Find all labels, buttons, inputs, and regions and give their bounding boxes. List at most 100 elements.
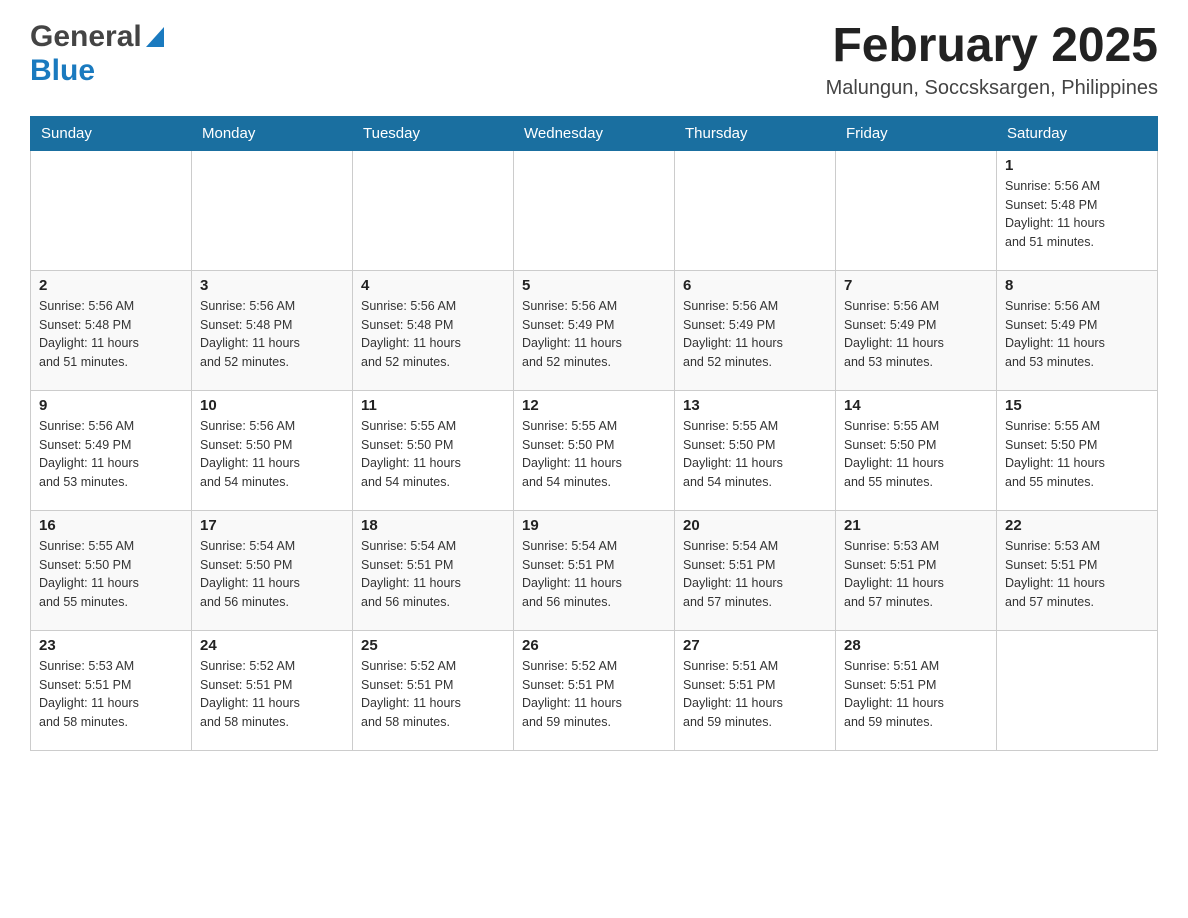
day-number: 16 bbox=[39, 517, 183, 534]
calendar-cell: 20 Sunrise: 5:54 AM Sunset: 5:51 PM Dayli… bbox=[675, 510, 836, 630]
day-info: Sunrise: 5:55 AM Sunset: 5:50 PM Dayligh… bbox=[39, 537, 183, 612]
day-number: 10 bbox=[200, 397, 344, 414]
day-info: Sunrise: 5:56 AM Sunset: 5:49 PM Dayligh… bbox=[522, 297, 666, 372]
day-number: 17 bbox=[200, 517, 344, 534]
calendar-cell: 25 Sunrise: 5:52 AM Sunset: 5:51 PM Dayli… bbox=[353, 630, 514, 750]
calendar-cell: 18Sunrise: 5:54 AM Sunset: 5:51 PM Dayli… bbox=[353, 510, 514, 630]
day-info: Sunrise: 5:54 AM Sunset: 5:50 PM Dayligh… bbox=[200, 537, 344, 612]
day-info: Sunrise: 5:53 AM Sunset: 5:51 PM Dayligh… bbox=[844, 537, 988, 612]
day-number: 28 bbox=[844, 637, 988, 654]
logo-blue-text: Blue bbox=[30, 54, 95, 87]
logo-general-text: General bbox=[30, 20, 142, 54]
day-info: Sunrise: 5:56 AM Sunset: 5:48 PM Dayligh… bbox=[39, 297, 183, 372]
day-number: 22 bbox=[1005, 517, 1149, 534]
calendar-subtitle: Malungun, Soccsksargen, Philippines bbox=[826, 77, 1158, 100]
day-number: 21 bbox=[844, 517, 988, 534]
day-number: 18 bbox=[361, 517, 505, 534]
day-number: 3 bbox=[200, 277, 344, 294]
calendar-cell: 10 Sunrise: 5:56 AM Sunset: 5:50 PM Dayli… bbox=[192, 390, 353, 510]
day-header-tuesday: Tuesday bbox=[353, 116, 514, 150]
day-number: 7 bbox=[844, 277, 988, 294]
calendar-cell: 15 Sunrise: 5:55 AM Sunset: 5:50 PM Dayli… bbox=[997, 390, 1158, 510]
calendar-table: SundayMondayTuesdayWednesdayThursdayFrid… bbox=[30, 116, 1158, 751]
calendar-cell: 16 Sunrise: 5:55 AM Sunset: 5:50 PM Dayli… bbox=[31, 510, 192, 630]
day-number: 2 bbox=[39, 277, 183, 294]
day-number: 23 bbox=[39, 637, 183, 654]
logo-arrow-icon bbox=[146, 27, 164, 52]
calendar-week-row: 9 Sunrise: 5:56 AM Sunset: 5:49 PM Daylig… bbox=[31, 390, 1158, 510]
day-header-wednesday: Wednesday bbox=[514, 116, 675, 150]
calendar-title: February 2025 bbox=[826, 20, 1158, 73]
day-info: Sunrise: 5:52 AM Sunset: 5:51 PM Dayligh… bbox=[361, 657, 505, 732]
calendar-cell: 24 Sunrise: 5:52 AM Sunset: 5:51 PM Dayli… bbox=[192, 630, 353, 750]
day-info: Sunrise: 5:55 AM Sunset: 5:50 PM Dayligh… bbox=[361, 417, 505, 492]
day-number: 13 bbox=[683, 397, 827, 414]
calendar-cell: 8Sunrise: 5:56 AM Sunset: 5:49 PM Daylig… bbox=[997, 270, 1158, 390]
calendar-cell: 5 Sunrise: 5:56 AM Sunset: 5:49 PM Daylig… bbox=[514, 270, 675, 390]
day-number: 5 bbox=[522, 277, 666, 294]
calendar-cell: 22Sunrise: 5:53 AM Sunset: 5:51 PM Dayli… bbox=[997, 510, 1158, 630]
day-info: Sunrise: 5:56 AM Sunset: 5:49 PM Dayligh… bbox=[39, 417, 183, 492]
day-info: Sunrise: 5:51 AM Sunset: 5:51 PM Dayligh… bbox=[683, 657, 827, 732]
day-number: 24 bbox=[200, 637, 344, 654]
calendar-cell: 26 Sunrise: 5:52 AM Sunset: 5:51 PM Dayli… bbox=[514, 630, 675, 750]
day-number: 12 bbox=[522, 397, 666, 414]
calendar-cell bbox=[353, 150, 514, 270]
day-info: Sunrise: 5:55 AM Sunset: 5:50 PM Dayligh… bbox=[1005, 417, 1149, 492]
calendar-cell: 23 Sunrise: 5:53 AM Sunset: 5:51 PM Dayli… bbox=[31, 630, 192, 750]
calendar-cell: 14 Sunrise: 5:55 AM Sunset: 5:50 PM Dayli… bbox=[836, 390, 997, 510]
day-header-sunday: Sunday bbox=[31, 116, 192, 150]
day-info: Sunrise: 5:56 AM Sunset: 5:48 PM Dayligh… bbox=[361, 297, 505, 372]
day-number: 14 bbox=[844, 397, 988, 414]
day-number: 6 bbox=[683, 277, 827, 294]
calendar-cell: 2 Sunrise: 5:56 AM Sunset: 5:48 PM Daylig… bbox=[31, 270, 192, 390]
day-number: 4 bbox=[361, 277, 505, 294]
day-info: Sunrise: 5:51 AM Sunset: 5:51 PM Dayligh… bbox=[844, 657, 988, 732]
day-info: Sunrise: 5:55 AM Sunset: 5:50 PM Dayligh… bbox=[844, 417, 988, 492]
calendar-week-row: 23 Sunrise: 5:53 AM Sunset: 5:51 PM Dayli… bbox=[31, 630, 1158, 750]
calendar-week-row: 1 Sunrise: 5:56 AM Sunset: 5:48 PM Daylig… bbox=[31, 150, 1158, 270]
day-info: Sunrise: 5:53 AM Sunset: 5:51 PM Dayligh… bbox=[39, 657, 183, 732]
day-number: 19 bbox=[522, 517, 666, 534]
day-info: Sunrise: 5:56 AM Sunset: 5:50 PM Dayligh… bbox=[200, 417, 344, 492]
day-number: 27 bbox=[683, 637, 827, 654]
day-info: Sunrise: 5:56 AM Sunset: 5:49 PM Dayligh… bbox=[844, 297, 988, 372]
day-info: Sunrise: 5:55 AM Sunset: 5:50 PM Dayligh… bbox=[683, 417, 827, 492]
calendar-cell: 9 Sunrise: 5:56 AM Sunset: 5:49 PM Daylig… bbox=[31, 390, 192, 510]
day-info: Sunrise: 5:56 AM Sunset: 5:49 PM Dayligh… bbox=[1005, 297, 1149, 372]
calendar-week-row: 16 Sunrise: 5:55 AM Sunset: 5:50 PM Dayli… bbox=[31, 510, 1158, 630]
day-number: 11 bbox=[361, 397, 505, 414]
day-number: 20 bbox=[683, 517, 827, 534]
day-header-monday: Monday bbox=[192, 116, 353, 150]
calendar-cell: 28 Sunrise: 5:51 AM Sunset: 5:51 PM Dayli… bbox=[836, 630, 997, 750]
calendar-cell: 12 Sunrise: 5:55 AM Sunset: 5:50 PM Dayli… bbox=[514, 390, 675, 510]
day-number: 15 bbox=[1005, 397, 1149, 414]
day-number: 25 bbox=[361, 637, 505, 654]
calendar-cell bbox=[31, 150, 192, 270]
day-info: Sunrise: 5:55 AM Sunset: 5:50 PM Dayligh… bbox=[522, 417, 666, 492]
calendar-cell: 7 Sunrise: 5:56 AM Sunset: 5:49 PM Daylig… bbox=[836, 270, 997, 390]
day-info: Sunrise: 5:52 AM Sunset: 5:51 PM Dayligh… bbox=[522, 657, 666, 732]
day-number: 1 bbox=[1005, 157, 1149, 174]
calendar-cell: 27 Sunrise: 5:51 AM Sunset: 5:51 PM Dayli… bbox=[675, 630, 836, 750]
day-header-thursday: Thursday bbox=[675, 116, 836, 150]
calendar-cell: 11 Sunrise: 5:55 AM Sunset: 5:50 PM Dayli… bbox=[353, 390, 514, 510]
calendar-cell bbox=[675, 150, 836, 270]
day-number: 9 bbox=[39, 397, 183, 414]
day-info: Sunrise: 5:54 AM Sunset: 5:51 PM Dayligh… bbox=[522, 537, 666, 612]
day-info: Sunrise: 5:56 AM Sunset: 5:48 PM Dayligh… bbox=[1005, 177, 1149, 252]
calendar-cell: 13 Sunrise: 5:55 AM Sunset: 5:50 PM Dayli… bbox=[675, 390, 836, 510]
calendar-cell: 17 Sunrise: 5:54 AM Sunset: 5:50 PM Dayli… bbox=[192, 510, 353, 630]
day-info: Sunrise: 5:52 AM Sunset: 5:51 PM Dayligh… bbox=[200, 657, 344, 732]
day-info: Sunrise: 5:56 AM Sunset: 5:49 PM Dayligh… bbox=[683, 297, 827, 372]
calendar-cell: 21 Sunrise: 5:53 AM Sunset: 5:51 PM Dayli… bbox=[836, 510, 997, 630]
calendar-cell bbox=[192, 150, 353, 270]
calendar-header-row: SundayMondayTuesdayWednesdayThursdayFrid… bbox=[31, 116, 1158, 150]
calendar-cell: 3Sunrise: 5:56 AM Sunset: 5:48 PM Daylig… bbox=[192, 270, 353, 390]
calendar-cell bbox=[836, 150, 997, 270]
day-header-friday: Friday bbox=[836, 116, 997, 150]
day-number: 26 bbox=[522, 637, 666, 654]
day-info: Sunrise: 5:54 AM Sunset: 5:51 PM Dayligh… bbox=[683, 537, 827, 612]
logo: General Blue bbox=[30, 20, 164, 88]
calendar-cell: 4 Sunrise: 5:56 AM Sunset: 5:48 PM Daylig… bbox=[353, 270, 514, 390]
